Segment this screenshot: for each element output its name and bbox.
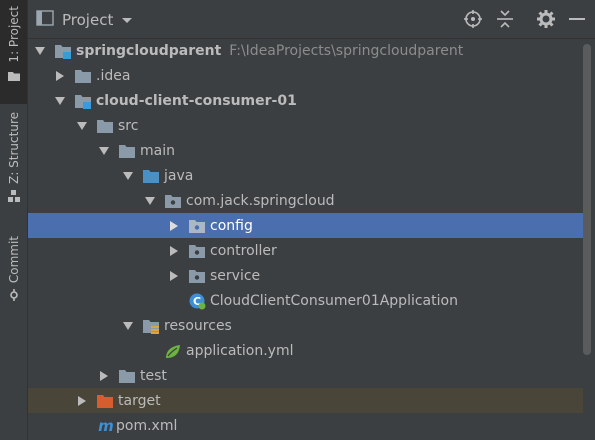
tree-node-label: CloudClientConsumer01Application <box>210 292 458 309</box>
spring-class-icon: C <box>188 293 206 309</box>
panel-title: Project <box>62 11 114 29</box>
structure-tool-tab[interactable]: Z: Structure <box>0 112 27 216</box>
tree-node-controller[interactable]: controller <box>28 238 583 263</box>
vertical-scrollbar[interactable] <box>583 44 591 355</box>
project-tool-tab[interactable]: 1: Project <box>0 0 27 104</box>
tree-node-cloud-client-consumer-01[interactable]: cloud-client-consumer-01 <box>28 88 583 113</box>
tree-node-config[interactable]: config <box>28 213 583 238</box>
gear-icon[interactable] <box>537 10 555 28</box>
tree-node-application-yml[interactable]: application.yml <box>28 338 583 363</box>
chevron-down-icon[interactable] <box>142 193 158 209</box>
tree-node-label: java <box>164 167 194 184</box>
folder-icon <box>7 69 20 85</box>
chevron-right-icon[interactable] <box>52 68 68 84</box>
tree-node-label: .idea <box>96 67 131 84</box>
tree-node-label: config <box>210 217 253 234</box>
tree-node-idea[interactable]: .idea <box>28 63 583 88</box>
package-icon <box>188 243 206 259</box>
chevron-right-icon[interactable] <box>166 218 182 234</box>
collapse-all-icon[interactable] <box>496 10 514 28</box>
chevron-right-icon[interactable] <box>166 243 182 259</box>
folder-icon <box>74 68 92 84</box>
structure-tab-label: Z: Structure <box>6 112 21 184</box>
tree-node-pom-xml[interactable]: m pom.xml <box>28 413 583 438</box>
tree-node-label: pom.xml <box>116 417 178 434</box>
tree-node-label: application.yml <box>186 342 294 359</box>
chevron-down-icon[interactable] <box>96 143 112 159</box>
tree-node-target[interactable]: target <box>28 388 583 413</box>
tree-node-label: springcloudparent <box>76 42 222 59</box>
tool-window-stripe: 1: Project Z: Structure Commit <box>0 0 28 440</box>
project-panel-header: Project <box>28 0 595 39</box>
tree-node-springcloudparent[interactable]: springcloudparent F:\IdeaProjects\spring… <box>28 38 583 63</box>
maven-icon: m <box>96 418 114 434</box>
chevron-down-icon[interactable] <box>74 118 90 134</box>
package-icon <box>188 268 206 284</box>
chevron-down-icon[interactable] <box>32 43 48 59</box>
commit-tab-label: Commit <box>6 236 21 284</box>
tree-node-label: src <box>118 117 139 134</box>
tree-node-label: cloud-client-consumer-01 <box>96 92 297 109</box>
chevron-right-icon[interactable] <box>166 268 182 284</box>
tree-node-label: target <box>118 392 161 409</box>
tree-node-label: main <box>140 142 175 159</box>
spring-yml-icon <box>164 343 182 359</box>
project-tree: springcloudparent F:\IdeaProjects\spring… <box>28 38 595 440</box>
tree-node-label: com.jack.springcloud <box>186 192 335 209</box>
package-icon <box>164 193 182 209</box>
tree-node-label: resources <box>164 317 232 334</box>
hide-icon[interactable] <box>568 10 586 28</box>
chevron-down-icon[interactable] <box>120 318 136 334</box>
chevron-down-icon <box>121 11 133 29</box>
tree-node-test[interactable]: test <box>28 363 583 388</box>
commit-tool-tab[interactable]: Commit <box>0 236 27 312</box>
module-folder-icon <box>54 43 72 59</box>
folder-icon <box>118 143 136 159</box>
locate-icon[interactable] <box>464 10 482 28</box>
tree-node-main[interactable]: main <box>28 138 583 163</box>
structure-icon <box>7 189 20 206</box>
chevron-right-icon[interactable] <box>96 368 112 384</box>
folder-icon <box>96 118 114 134</box>
package-icon <box>188 218 206 234</box>
tree-node-label: test <box>140 367 167 384</box>
view-selector[interactable]: Project <box>36 10 133 30</box>
chevron-right-icon[interactable] <box>74 393 90 409</box>
tree-node-label: controller <box>210 242 277 259</box>
commit-icon <box>8 289 20 305</box>
folder-icon <box>118 368 136 384</box>
tree-node-com-jack-springcloud[interactable]: com.jack.springcloud <box>28 188 583 213</box>
tree-node-src[interactable]: src <box>28 113 583 138</box>
tree-node-java[interactable]: java <box>28 163 583 188</box>
project-view-icon <box>36 10 54 30</box>
tree-node-application-class[interactable]: C CloudClientConsumer01Application <box>28 288 583 313</box>
project-tab-label: 1: Project <box>6 6 21 63</box>
module-folder-icon <box>74 93 92 109</box>
tree-node-path: F:\IdeaProjects\springcloudparent <box>229 42 464 59</box>
chevron-down-icon[interactable] <box>52 93 68 109</box>
source-folder-icon <box>142 168 160 184</box>
chevron-down-icon[interactable] <box>120 168 136 184</box>
resources-folder-icon <box>142 318 160 334</box>
excluded-folder-icon <box>96 393 114 409</box>
svg-text:m: m <box>98 418 114 434</box>
tree-node-label: service <box>210 267 261 284</box>
tree-node-service[interactable]: service <box>28 263 583 288</box>
tree-node-resources[interactable]: resources <box>28 313 583 338</box>
